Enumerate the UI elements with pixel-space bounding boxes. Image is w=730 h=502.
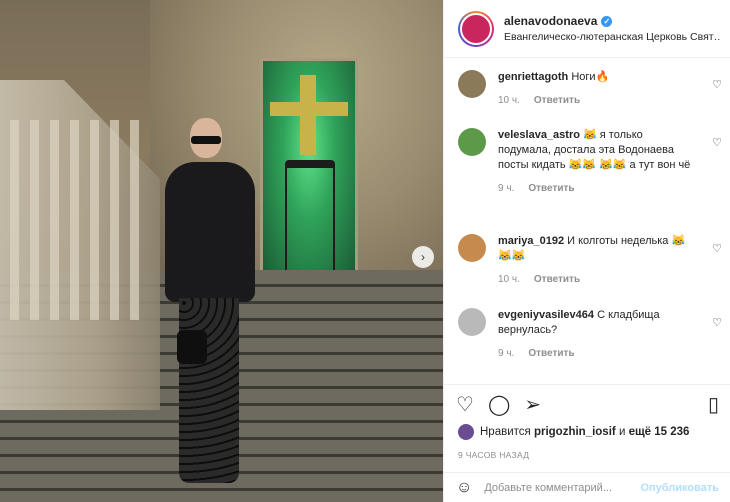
heart-icon[interactable]: ♡ — [456, 392, 474, 417]
post-sidebar: alenavodonaeva ✓ Евангелическо-лютеранск… — [443, 0, 730, 502]
comment-username[interactable]: mariya_0192 — [498, 235, 564, 247]
comments-list: genriettagoth Ноги🔥 10 ч. Ответить ♡ vele… — [444, 58, 730, 384]
emoji-icon[interactable]: ☺ — [456, 479, 472, 497]
post-photo[interactable]: › — [0, 0, 443, 502]
author-username[interactable]: alenavodonaeva — [504, 14, 597, 28]
author-avatar[interactable] — [458, 10, 494, 47]
comment-icon[interactable]: ◯ — [488, 392, 510, 417]
woman-figure — [165, 118, 255, 490]
post-actions: ♡ ◯ ➢ ▯ — [444, 384, 730, 424]
candle-stand — [285, 160, 335, 275]
comment-text: Ноги🔥 — [571, 71, 610, 83]
post-location[interactable]: Евангелическо-лютеранская Церковь Свято.… — [504, 31, 720, 43]
like-comment-heart-icon[interactable]: ♡ — [712, 316, 722, 329]
likes-summary: Нравится prigozhin_iosif и ещё 15 236 — [458, 424, 689, 440]
comment-item: veleslava_astro 😹 я только подумала, дос… — [458, 128, 726, 196]
add-comment-bar: ☺ Опубликовать — [444, 472, 730, 502]
sunglasses — [191, 136, 221, 144]
like-comment-heart-icon[interactable]: ♡ — [712, 136, 722, 149]
comment-username[interactable]: evgeniyvasilev464 — [498, 309, 594, 321]
railing-balusters — [10, 120, 140, 320]
post-time[interactable]: 9 ЧАСОВ НАЗАД — [458, 450, 529, 460]
commenter-avatar[interactable] — [458, 308, 486, 336]
comment-time[interactable]: 10 ч. — [498, 95, 520, 106]
comment-time[interactable]: 9 ч. — [498, 348, 514, 359]
likes-count[interactable]: ещё 15 236 — [629, 426, 690, 438]
reply-button[interactable]: Ответить — [534, 274, 580, 285]
commenter-avatar[interactable] — [458, 128, 486, 156]
polka-dot-tights — [179, 298, 239, 483]
black-dress — [165, 162, 255, 302]
likes-and: и — [618, 426, 626, 438]
like-comment-heart-icon[interactable]: ♡ — [712, 242, 722, 255]
comment-item: genriettagoth Ноги🔥 10 ч. Ответить ♡ — [458, 70, 726, 108]
next-photo-button[interactable]: › — [412, 246, 434, 268]
comment-time[interactable]: 9 ч. — [498, 183, 514, 194]
commenter-avatar[interactable] — [458, 70, 486, 98]
liker-username[interactable]: prigozhin_iosif — [534, 426, 616, 438]
comment-input[interactable] — [484, 481, 641, 494]
reply-button[interactable]: Ответить — [528, 348, 574, 359]
comment-item: evgeniyvasilev464 С кладбища вернулась? … — [458, 308, 726, 361]
commenter-avatar[interactable] — [458, 234, 486, 262]
comment-time[interactable]: 10 ч. — [498, 274, 520, 285]
verified-check-icon: ✓ — [601, 15, 613, 27]
reply-button[interactable]: Ответить — [528, 183, 574, 194]
cross-horizontal — [270, 102, 348, 116]
likes-prefix: Нравится — [480, 426, 531, 438]
liker-avatar[interactable] — [458, 424, 474, 440]
comment-username[interactable]: veleslava_astro — [498, 129, 580, 141]
bookmark-icon[interactable]: ▯ — [708, 392, 719, 417]
publish-button[interactable]: Опубликовать — [640, 482, 719, 494]
like-comment-heart-icon[interactable]: ♡ — [712, 78, 722, 91]
chevron-right-icon: › — [421, 250, 425, 264]
handbag — [177, 330, 207, 364]
comment-item: mariya_0192 И колготы неделька 😹😹😹 10 ч.… — [458, 234, 726, 287]
post-header: alenavodonaeva ✓ Евангелическо-лютеранск… — [444, 0, 730, 58]
reply-button[interactable]: Ответить — [534, 95, 580, 106]
share-icon[interactable]: ➢ — [524, 392, 541, 417]
comment-username[interactable]: genriettagoth — [498, 71, 568, 83]
